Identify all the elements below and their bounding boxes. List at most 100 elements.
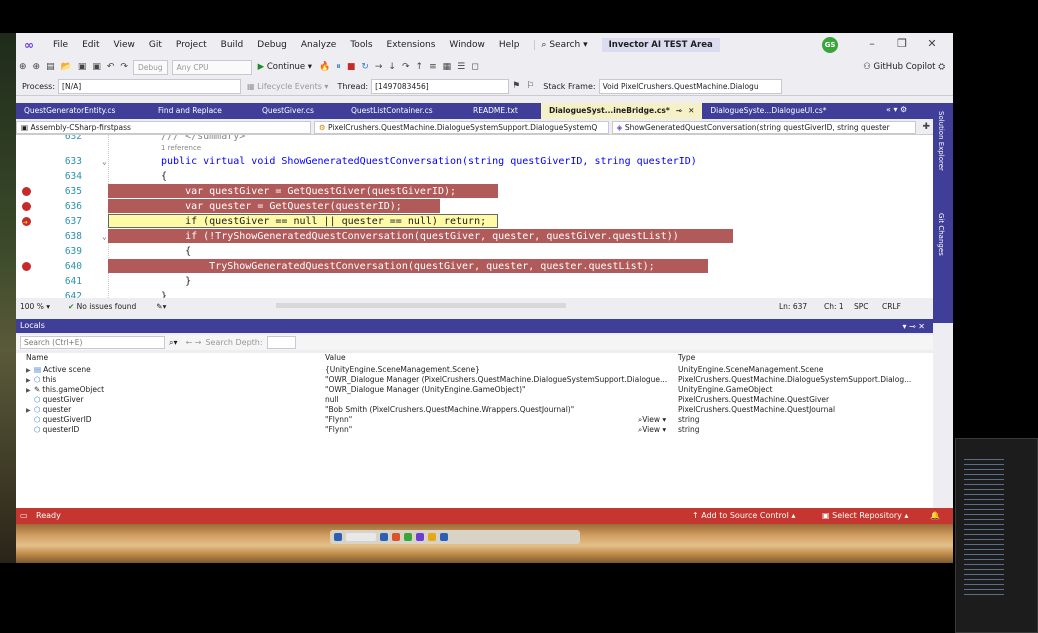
new-item-icon[interactable]: ▤ <box>43 62 58 72</box>
windows-icon[interactable] <box>334 533 342 541</box>
collapse-icon[interactable]: ⌄ <box>102 154 107 169</box>
tab-questgiver[interactable]: QuestGiver.cs <box>254 103 343 119</box>
tab-find-and-replace[interactable]: Find and Replace <box>150 103 254 119</box>
tab-readme[interactable]: README.txt <box>465 103 541 119</box>
table-row[interactable]: ▶ ✎ this.gameObject "OWR_Dialogue Manager … <box>16 385 933 395</box>
toolbar-misc-icon[interactable]: ▦ <box>440 62 455 72</box>
navigate-forward-icon[interactable]: ⊕ <box>30 62 44 72</box>
solution-explorer-tab[interactable]: Solution Explorer <box>937 111 945 171</box>
close-icon[interactable]: ✕ <box>922 37 942 50</box>
stop-icon[interactable]: ■ <box>344 62 359 72</box>
toolbar-misc-icon[interactable]: ≡ <box>426 62 440 72</box>
menu-tools[interactable]: Tools <box>343 40 379 50</box>
app-icon[interactable] <box>416 533 424 541</box>
whitespace-indicator[interactable]: SPC <box>854 302 869 311</box>
undo-icon[interactable]: ↶ <box>104 62 118 72</box>
save-icon[interactable]: ▣ <box>75 62 90 72</box>
menu-analyze[interactable]: Analyze <box>294 40 343 50</box>
table-row[interactable]: ▶ ▤ Active scene {UnityEngine.SceneManagem… <box>16 365 933 375</box>
github-copilot-button[interactable]: ⚇ GitHub Copilot ⛭ <box>863 62 945 72</box>
redo-icon[interactable]: ↷ <box>117 62 131 72</box>
flag-thread-icon[interactable]: ⚐ <box>523 81 537 91</box>
step-out-icon[interactable]: ↑ <box>413 62 427 72</box>
process-dropdown[interactable]: [N/A] <box>58 78 242 94</box>
issues-indicator[interactable]: ✔ No issues found <box>54 302 150 311</box>
class-dropdown[interactable]: ⚙ PixelCrushers.QuestMachine.DialogueSys… <box>313 120 609 134</box>
locals-search-input[interactable]: Search (Ctrl+E) <box>20 336 165 349</box>
git-changes-tab[interactable]: Git Changes <box>937 213 945 256</box>
avatar[interactable]: GS <box>822 37 838 53</box>
tab-overflow-icon[interactable]: « ▾ ⚙ <box>886 105 907 114</box>
close-tab-icon[interactable]: ✕ <box>688 106 694 115</box>
menu-file[interactable]: File <box>46 40 75 50</box>
thread-dropdown[interactable]: [1497083456] <box>371 78 510 94</box>
configuration-dropdown[interactable]: Debug <box>132 59 168 75</box>
menu-edit[interactable]: Edit <box>75 40 106 50</box>
table-row[interactable]: ⬡ questerID "Flynn" ⌕View ▾ string <box>16 425 933 435</box>
tab-questlistcontainer[interactable]: QuestListContainer.cs <box>343 103 465 119</box>
header-type[interactable]: Type <box>678 353 928 362</box>
search-button[interactable]: ⌕ Search ▾ <box>534 40 593 50</box>
search-icon[interactable]: ⌕▾ <box>165 338 182 348</box>
open-icon[interactable]: 📂 <box>58 62 75 72</box>
bookmark-icon[interactable]: ◻ <box>468 62 481 72</box>
zoom-dropdown[interactable]: 100 % ▾ <box>16 302 54 311</box>
menu-debug[interactable]: Debug <box>250 40 294 50</box>
breakpoint-icon[interactable] <box>22 202 31 211</box>
tab-dialoguesystem-bridge[interactable]: DialogueSyst...ineBridge.cs* ⊸ ✕ <box>541 103 703 119</box>
continue-button[interactable]: ▶ Continue ▾ <box>254 62 316 72</box>
notifications-icon[interactable]: 🔔 <box>930 508 940 524</box>
member-dropdown[interactable]: ◈ ShowGeneratedQuestConversation(string … <box>611 120 917 134</box>
menu-project[interactable]: Project <box>169 40 214 50</box>
project-dropdown[interactable]: ▣ Assembly-CSharp-firstpass <box>16 120 311 134</box>
menu-git[interactable]: Git <box>142 40 169 50</box>
step-over-icon[interactable]: ↷ <box>399 62 413 72</box>
horizontal-scrollbar[interactable] <box>276 303 566 308</box>
brush-icon[interactable]: ✎▾ <box>150 302 172 311</box>
breakpoint-icon[interactable] <box>22 262 31 271</box>
taskbar-search[interactable] <box>346 533 376 541</box>
code-editor[interactable]: 632 /// </summary> 1 reference 633 ⌄ pub… <box>16 135 933 298</box>
restore-icon[interactable]: ❐ <box>892 37 912 50</box>
select-repository-button[interactable]: ▣ Select Repository ▴ <box>822 508 908 524</box>
visualizer-button[interactable]: ⌕View ▾ <box>638 425 666 435</box>
codelens-references[interactable]: 1 reference <box>161 144 201 152</box>
menu-help[interactable]: Help <box>492 40 527 50</box>
tab-questgeneratorentity[interactable]: QuestGeneratorEntity.cs <box>16 103 150 119</box>
app-icon[interactable] <box>380 533 388 541</box>
break-all-icon[interactable]: ⏸ <box>333 62 344 72</box>
header-value[interactable]: Value <box>325 353 670 362</box>
navigate-back-icon[interactable]: ⊕ <box>16 62 30 72</box>
table-row[interactable]: ⬡ questGiver null PixelCrushers.QuestMach… <box>16 395 933 405</box>
minimize-icon[interactable]: – <box>862 37 882 50</box>
flag-icon[interactable]: ⚑ <box>509 81 523 91</box>
toolbar-misc-icon[interactable]: ☰ <box>454 62 468 72</box>
visualizer-button[interactable]: ⌕View ▾ <box>638 415 666 425</box>
app-icon[interactable] <box>428 533 436 541</box>
show-next-statement-icon[interactable]: → <box>372 62 386 72</box>
menu-view[interactable]: View <box>107 40 142 50</box>
app-icon[interactable] <box>404 533 412 541</box>
stack-frame-dropdown[interactable]: Void PixelCrushers.QuestMachine.Dialogu <box>598 78 782 94</box>
arrows-icon[interactable]: ← → <box>182 338 206 347</box>
table-row[interactable]: ▶ ⬡ quester "Bob Smith (PixelCrushers.Ques… <box>16 405 933 415</box>
header-name[interactable]: Name <box>26 353 48 362</box>
restart-icon[interactable]: ↻ <box>358 62 372 72</box>
add-to-source-control-button[interactable]: ↑ Add to Source Control ▴ <box>692 508 795 524</box>
save-all-icon[interactable]: ▣ <box>89 62 104 72</box>
app-icon[interactable] <box>440 533 448 541</box>
step-into-icon[interactable]: ↓ <box>385 62 399 72</box>
tab-dialoguesystem-ui[interactable]: DialogueSyste...DialogueUI.cs* <box>702 103 834 119</box>
table-row[interactable]: ⬡ questGiverID "Flynn" ⌕View ▾ string <box>16 415 933 425</box>
menu-window[interactable]: Window <box>442 40 492 50</box>
locals-window-controls-icon[interactable]: ▾ ⊸ ✕ <box>902 320 925 334</box>
hot-reload-icon[interactable]: 🔥 <box>316 62 333 72</box>
lifecycle-events-button[interactable]: ▦ Lifecycle Events ▾ <box>241 82 331 91</box>
search-depth-dropdown[interactable] <box>266 336 296 349</box>
split-icon[interactable]: ✚ <box>919 122 933 132</box>
menu-build[interactable]: Build <box>214 40 251 50</box>
table-row[interactable]: ▶ ⬡ this "OWR_Dialogue Manager (PixelCrush… <box>16 375 933 385</box>
platform-dropdown[interactable]: Any CPU <box>171 59 252 75</box>
menu-extensions[interactable]: Extensions <box>380 40 443 50</box>
collapse-icon[interactable]: ⌄ <box>102 229 107 244</box>
